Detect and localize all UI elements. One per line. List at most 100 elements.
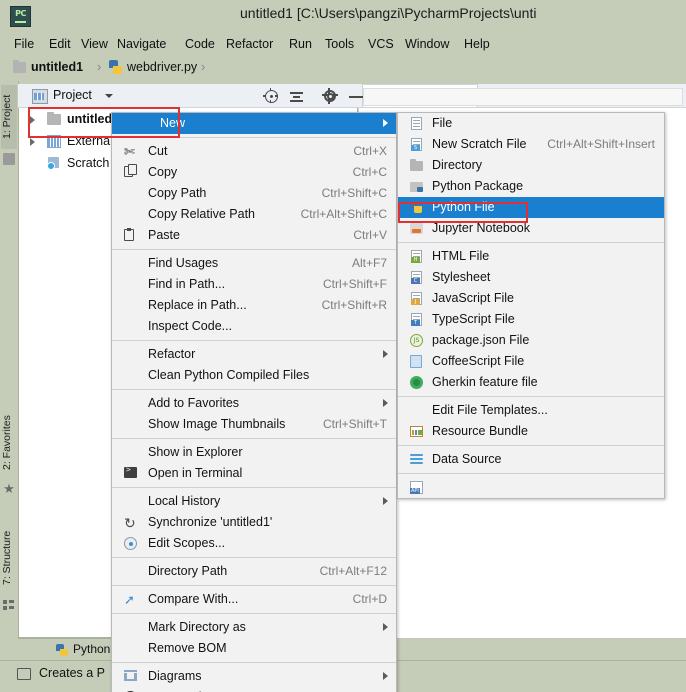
- submenu-separator: [398, 473, 664, 474]
- http-request-icon: [409, 480, 424, 495]
- status-text: Creates a P: [39, 666, 106, 680]
- menu-item-new[interactable]: New: [112, 113, 396, 134]
- menu-refactor[interactable]: Refactor: [222, 35, 277, 53]
- menu-separator: [112, 487, 396, 488]
- chevron-right-icon: [383, 497, 388, 505]
- gherkin-icon: [409, 375, 424, 390]
- menu-item-shortcut: Ctrl+Alt+Shift+C: [300, 207, 387, 221]
- chevron-right-icon[interactable]: [30, 116, 35, 124]
- menu-help[interactable]: Help: [460, 35, 494, 53]
- submenu-separator: [398, 445, 664, 446]
- menu-item-cut[interactable]: ✄ Cut Ctrl+X: [112, 141, 396, 162]
- menu-item-inspect-code[interactable]: Inspect Code...: [112, 316, 396, 337]
- submenu-item-gherkin-feature-file[interactable]: Gherkin feature file: [398, 372, 664, 393]
- submenu-item-python-package[interactable]: Python Package: [398, 176, 664, 197]
- menu-item-label: Replace in Path...: [148, 298, 247, 312]
- menu-vcs[interactable]: VCS: [364, 35, 398, 53]
- submenu-item-coffeescript-file[interactable]: CoffeeScript File: [398, 351, 664, 372]
- menu-item-find-usages[interactable]: Find Usages Alt+F7: [112, 253, 396, 274]
- new-submenu: File S New Scratch File Ctrl+Alt+Shift+I…: [397, 112, 665, 499]
- submenu-separator: [398, 242, 664, 243]
- sidebar-item-project[interactable]: 1: Project: [1, 85, 17, 149]
- submenu-item-jupyter-notebook[interactable]: Jupyter Notebook: [398, 218, 664, 239]
- hide-icon[interactable]: [348, 88, 364, 104]
- menu-item-show-image-thumbnails[interactable]: Show Image Thumbnails Ctrl+Shift+T: [112, 414, 396, 435]
- menu-run[interactable]: Run: [285, 35, 316, 53]
- submenu-item-label: Gherkin feature file: [432, 375, 538, 389]
- gear-icon[interactable]: [322, 88, 338, 104]
- menu-item-mark-directory-as[interactable]: Mark Directory as: [112, 617, 396, 638]
- python-console-icon: [56, 644, 68, 656]
- chevron-down-icon[interactable]: [105, 94, 113, 98]
- menu-window[interactable]: Window: [401, 35, 453, 53]
- menu-item-label: Cut: [148, 144, 168, 158]
- title-bar: PC untitled1 [C:\Users\pangzi\PycharmPro…: [0, 0, 686, 31]
- sync-icon: ↻: [124, 515, 136, 531]
- collapse-all-icon[interactable]: [289, 88, 305, 104]
- submenu-item-html-file[interactable]: H HTML File: [398, 246, 664, 267]
- data-source-icon: [409, 452, 424, 467]
- menu-item-label: Refactor: [148, 347, 196, 361]
- star-icon: ★: [3, 481, 15, 496]
- breadcrumb-file[interactable]: webdriver.py: [127, 60, 197, 74]
- menu-item-remove-bom[interactable]: Remove BOM: [112, 638, 396, 659]
- locate-icon[interactable]: [263, 88, 279, 104]
- menu-item-diagrams[interactable]: Diagrams: [112, 666, 396, 687]
- menu-item-shortcut: Ctrl+C: [352, 165, 387, 179]
- menu-item-label: Synchronize 'untitled1': [148, 515, 273, 529]
- library-icon: [47, 135, 61, 148]
- chevron-right-icon[interactable]: [30, 138, 35, 146]
- project-tool-window-header: Project: [18, 84, 363, 108]
- menu-item-directory-path[interactable]: Directory Path Ctrl+Alt+F12: [112, 561, 396, 582]
- menu-item-shortcut: Ctrl+Shift+R: [321, 298, 387, 312]
- submenu-item-resource-bundle[interactable]: Resource Bundle: [398, 421, 664, 442]
- menu-item-create-gist[interactable]: Create Gist...: [112, 687, 396, 692]
- submenu-item-label: File: [432, 116, 453, 130]
- submenu-item-stylesheet[interactable]: C Stylesheet: [398, 267, 664, 288]
- submenu-item-typescript-file[interactable]: T TypeScript File: [398, 309, 664, 330]
- submenu-item-label: Directory: [432, 158, 483, 172]
- menu-item-copy-path[interactable]: Copy Path Ctrl+Shift+C: [112, 183, 396, 204]
- menu-item-clean-python-compiled-files[interactable]: Clean Python Compiled Files: [112, 365, 396, 386]
- submenu-item-python-file[interactable]: Python File: [398, 197, 664, 218]
- html-file-icon: H: [409, 249, 424, 264]
- menu-item-find-in-path[interactable]: Find in Path... Ctrl+Shift+F: [112, 274, 396, 295]
- menu-edit[interactable]: Edit: [45, 35, 75, 53]
- menu-separator: [112, 662, 396, 663]
- menu-code[interactable]: Code: [181, 35, 219, 53]
- submenu-item-edit-file-templates[interactable]: Edit File Templates...: [398, 400, 664, 421]
- submenu-item-javascript-file[interactable]: J JavaScript File: [398, 288, 664, 309]
- submenu-item-data-source[interactable]: Data Source: [398, 449, 664, 470]
- menu-item-compare-with[interactable]: ➚ Compare With... Ctrl+D: [112, 589, 396, 610]
- window-title: untitled1 [C:\Users\pangzi\PycharmProjec…: [240, 5, 537, 21]
- menu-navigate[interactable]: Navigate: [113, 35, 170, 53]
- menu-item-replace-in-path[interactable]: Replace in Path... Ctrl+Shift+R: [112, 295, 396, 316]
- scratch-icon: [47, 157, 61, 170]
- menu-item-paste[interactable]: Paste Ctrl+V: [112, 225, 396, 246]
- menu-item-label: Open in Terminal: [148, 466, 243, 480]
- submenu-item-package-json-file[interactable]: JS package.json File: [398, 330, 664, 351]
- menu-item-copy-relative-path[interactable]: Copy Relative Path Ctrl+Alt+Shift+C: [112, 204, 396, 225]
- submenu-item-directory[interactable]: Directory: [398, 155, 664, 176]
- menu-item-add-to-favorites[interactable]: Add to Favorites: [112, 393, 396, 414]
- menu-view[interactable]: View: [77, 35, 112, 53]
- menu-tools[interactable]: Tools: [321, 35, 358, 53]
- sidebar-item-structure[interactable]: 7: Structure: [1, 521, 17, 595]
- menu-item-open-in-terminal[interactable]: Open in Terminal: [112, 463, 396, 484]
- submenu-item-label: New Scratch File: [432, 137, 527, 151]
- menu-item-show-in-explorer[interactable]: Show in Explorer: [112, 442, 396, 463]
- menu-item-label: Find in Path...: [148, 277, 226, 291]
- menu-item-edit-scopes[interactable]: Edit Scopes...: [112, 533, 396, 554]
- menu-item-copy[interactable]: Copy Ctrl+C: [112, 162, 396, 183]
- submenu-item-new-scratch-file[interactable]: S New Scratch File Ctrl+Alt+Shift+Insert: [398, 134, 664, 155]
- menu-separator: [112, 249, 396, 250]
- menu-item-refactor[interactable]: Refactor: [112, 344, 396, 365]
- menu-file[interactable]: File: [10, 35, 38, 53]
- sidebar-item-favorites[interactable]: 2: Favorites: [1, 406, 17, 480]
- menu-item-label: Add to Favorites: [148, 396, 240, 410]
- breadcrumb-project[interactable]: untitled1: [31, 60, 83, 74]
- submenu-item-file[interactable]: File: [398, 113, 664, 134]
- submenu-item-http-request[interactable]: [398, 477, 664, 498]
- menu-item-local-history[interactable]: Local History: [112, 491, 396, 512]
- menu-item-synchronize[interactable]: ↻ Synchronize 'untitled1': [112, 512, 396, 533]
